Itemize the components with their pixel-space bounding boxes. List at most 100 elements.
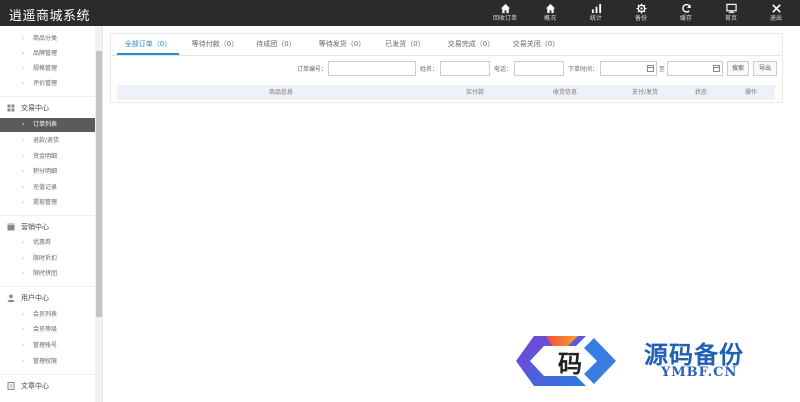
sidebar-item-admin-permission[interactable]: › 管理权限 (0, 355, 95, 369)
sidebar-item-review[interactable]: › 评价管理 (0, 77, 95, 91)
calendar-icon[interactable] (713, 65, 720, 72)
phone-label: 电话： (494, 66, 513, 73)
chevron-right-icon: › (22, 50, 25, 57)
sidebar-item-limited-discount[interactable]: › 限时折扣 (0, 252, 95, 266)
end-date-input[interactable] (667, 61, 723, 76)
col-shipping-info: 收货信息 (553, 89, 578, 96)
tab-shipped[interactable]: 已发货（0） (379, 34, 431, 55)
tab-all-orders[interactable]: 全部订单（0） (117, 34, 179, 55)
sidebar-divider (0, 96, 95, 97)
sidebar-group-article[interactable]: 文章中心 (0, 378, 95, 394)
recycle-orders-label: 回收订单 (492, 15, 517, 22)
chevron-right-icon: › (22, 121, 25, 128)
sidebar-group-user[interactable]: 用户中心 (0, 290, 95, 306)
watermark: 码 源码备份 YMBF.CN (506, 325, 800, 397)
chevron-right-icon: › (22, 153, 25, 160)
top-header: 逍遥商城系统 回收订单 概况 统计 备份 缓存 首页 退出 (0, 0, 800, 26)
app-title: 逍遥商城系统 (9, 9, 91, 24)
tab-pending-group[interactable]: 待成团（0） (251, 34, 301, 55)
col-pay-ship: 支付/发货 (632, 89, 659, 96)
sidebar-item-spec[interactable]: › 规格管理 (0, 62, 95, 76)
homepage-button[interactable]: 首页 (714, 2, 748, 26)
watermark-logo: 码 (516, 336, 616, 386)
backup-label: 备份 (634, 15, 647, 22)
sidebar-item-member-level[interactable]: › 会员等级 (0, 323, 95, 337)
calendar-icon[interactable] (647, 65, 654, 72)
overview-button[interactable]: 概况 (533, 2, 567, 26)
sidebar-divider (0, 374, 95, 375)
sidebar-item-order-list[interactable]: › 订单列表 (0, 118, 95, 132)
cache-button[interactable]: 缓存 (669, 2, 703, 26)
sidebar-group-trade[interactable]: 交易中心 (0, 100, 95, 116)
chevron-right-icon: › (22, 358, 25, 365)
chevron-right-icon: › (22, 80, 25, 87)
chevron-right-icon: › (22, 342, 25, 349)
tab-completed[interactable]: 交易完成（0） (439, 34, 503, 55)
logout-label: 退出 (769, 15, 782, 22)
cache-label: 缓存 (679, 15, 692, 22)
sidebar-item-admin-account[interactable]: › 管理帐号 (0, 339, 95, 353)
name-label: 姓名： (420, 66, 439, 73)
sidebar-group-marketing[interactable]: 营销中心 (0, 219, 95, 235)
search-button[interactable]: 搜索 (727, 61, 749, 76)
bar-chart-icon (579, 2, 613, 15)
sidebar-divider (0, 286, 95, 287)
watermark-logo-char: 码 (558, 349, 582, 378)
col-actions: 操作 (745, 89, 758, 96)
close-icon (759, 2, 793, 15)
sidebar-item-fund-detail[interactable]: › 资金明细 (0, 150, 95, 164)
chevron-right-icon: › (22, 199, 25, 206)
phone-input[interactable] (514, 61, 564, 76)
trade-icon (7, 104, 15, 112)
chevron-right-icon: › (22, 311, 25, 318)
order-no-label: 订单编号： (297, 66, 328, 73)
gear-icon (624, 2, 658, 15)
sidebar-item-brand[interactable]: › 品牌管理 (0, 47, 95, 61)
sidebar-item-member-list[interactable]: › 会员列表 (0, 308, 95, 322)
order-time-label: 下单时间： (568, 66, 599, 73)
statistics-label: 统计 (589, 15, 602, 22)
chevron-right-icon: › (22, 168, 25, 175)
tab-pending-shipment[interactable]: 等待发货（0） (311, 34, 373, 55)
order-tabs: 全部订单（0） 等待付款（0） 待成团（0） 等待发货（0） 已发货（0） 交易… (111, 34, 782, 56)
col-status: 状态 (695, 89, 708, 96)
chevron-right-icon: › (22, 270, 25, 277)
sidebar-scrollbar-thumb[interactable] (96, 51, 102, 317)
chevron-right-icon: › (22, 184, 25, 191)
watermark-en-text: YMBF.CN (661, 365, 738, 380)
backup-button[interactable]: 备份 (624, 2, 658, 26)
tab-pending-payment[interactable]: 等待付款（0） (185, 34, 245, 55)
start-date-input[interactable] (600, 61, 657, 76)
export-button[interactable]: 导出 (753, 61, 777, 76)
sidebar-item-recharge[interactable]: › 充值记录 (0, 181, 95, 195)
recycle-orders-button[interactable]: 回收订单 (488, 2, 522, 26)
chevron-right-icon: › (22, 255, 25, 262)
chevron-right-icon: › (22, 35, 25, 42)
homepage-label: 首页 (724, 15, 737, 22)
chevron-right-icon: › (22, 239, 25, 246)
user-icon (7, 294, 15, 302)
sidebar: › 商品分类 › 品牌管理 › 规格管理 › 评价管理 交易中心 › 订单列表 › 退款/退… (0, 26, 103, 402)
order-table-header: 商品信息 实付款 收货信息 支付/发货 状态 操作 (117, 85, 775, 100)
sidebar-item-goods-category[interactable]: › 商品分类 (0, 32, 95, 46)
article-icon (7, 382, 15, 390)
marketing-icon (7, 223, 15, 231)
tab-closed[interactable]: 交易关闭（0） (505, 34, 567, 55)
refresh-icon (669, 2, 703, 15)
sidebar-item-group-buy[interactable]: › 限时拼团 (0, 267, 95, 281)
order-panel: 全部订单（0） 等待付款（0） 待成团（0） 等待发货（0） 已发货（0） 交易… (110, 33, 783, 103)
statistics-button[interactable]: 统计 (579, 2, 613, 26)
sidebar-item-coupon[interactable]: › 优惠券 (0, 236, 95, 250)
sidebar-item-points-detail[interactable]: › 积分明细 (0, 165, 95, 179)
sidebar-divider (0, 215, 95, 216)
name-input[interactable] (440, 61, 490, 76)
sidebar-item-withdraw[interactable]: › 提现管理 (0, 196, 95, 210)
home-icon (488, 2, 522, 15)
chevron-right-icon: › (22, 65, 25, 72)
order-no-input[interactable] (328, 61, 416, 76)
chevron-right-icon: › (22, 137, 25, 144)
sidebar-item-refund[interactable]: › 退款/退货 (0, 134, 95, 148)
col-paid-amount: 实付款 (466, 89, 485, 96)
chevron-right-icon: › (22, 326, 25, 333)
logout-button[interactable]: 退出 (759, 2, 793, 26)
